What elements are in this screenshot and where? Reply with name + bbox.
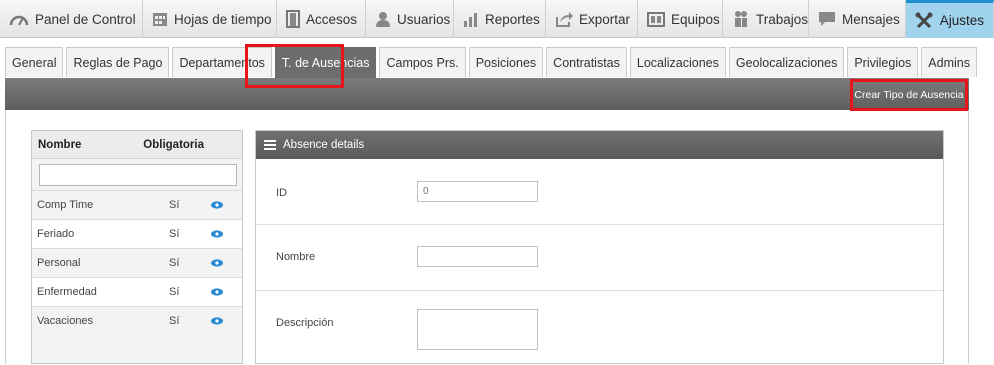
bar-chart-icon bbox=[463, 10, 479, 28]
name-label: Nombre bbox=[276, 251, 316, 263]
settings-tabs: General Reglas de Pago Departamentos T. … bbox=[5, 46, 980, 78]
tab-privilegios[interactable]: Privilegios bbox=[847, 47, 919, 77]
nav-label: Hojas de tiempo bbox=[174, 11, 272, 27]
eye-icon[interactable] bbox=[211, 259, 223, 267]
nav-item-usuarios[interactable]: Usuarios bbox=[366, 0, 454, 38]
tab-geolocalizaciones[interactable]: Geolocalizaciones bbox=[728, 47, 845, 77]
absence-name: Personal bbox=[37, 257, 81, 269]
id-label: ID bbox=[276, 187, 287, 199]
list-rows: Comp Time Sí Feriado Sí Personal Sí Enfe… bbox=[32, 190, 242, 335]
tab-reglas-de-pago[interactable]: Reglas de Pago bbox=[66, 47, 170, 77]
nav-item-panel-de-control[interactable]: Panel de Control bbox=[0, 0, 143, 38]
nav-item-accesos[interactable]: Accesos bbox=[277, 0, 366, 38]
nav-item-ajustes[interactable]: Ajustes bbox=[906, 0, 994, 38]
section-toolbar bbox=[5, 78, 969, 110]
absence-type-list: Nombre Obligatoria Comp Time Sí Feriado … bbox=[31, 130, 243, 364]
nav-label: Reportes bbox=[485, 11, 540, 27]
workers-icon bbox=[732, 10, 750, 28]
export-icon bbox=[555, 10, 573, 28]
name-input[interactable] bbox=[417, 246, 538, 267]
field-description: Descripción bbox=[256, 291, 943, 365]
nav-label: Usuarios bbox=[397, 11, 451, 27]
list-item[interactable]: Feriado Sí bbox=[32, 219, 242, 248]
tab-admins[interactable]: Admins bbox=[921, 47, 977, 77]
absence-required: Sí bbox=[169, 199, 180, 211]
column-header-required[interactable]: Obligatoria bbox=[143, 131, 204, 158]
user-icon bbox=[375, 10, 391, 28]
tab-contratistas[interactable]: Contratistas bbox=[546, 47, 627, 77]
equipment-icon bbox=[647, 10, 665, 28]
tab-localizaciones[interactable]: Localizaciones bbox=[629, 47, 726, 77]
absence-required: Sí bbox=[169, 228, 180, 240]
absence-name: Vacaciones bbox=[37, 315, 94, 327]
nav-item-mensajes[interactable]: Mensajes bbox=[809, 0, 906, 38]
details-title: Absence details bbox=[283, 139, 365, 151]
details-header: Absence details bbox=[256, 131, 943, 159]
tab-posiciones[interactable]: Posiciones bbox=[468, 47, 544, 77]
field-id: ID bbox=[256, 159, 943, 225]
eye-icon[interactable] bbox=[211, 288, 223, 296]
absence-name: Enfermedad bbox=[37, 286, 97, 298]
description-textarea[interactable] bbox=[417, 309, 538, 350]
main-navbar: Panel de Control Hojas de tiempo Accesos… bbox=[0, 0, 994, 38]
field-name: Nombre bbox=[256, 225, 943, 291]
nav-label: Accesos bbox=[306, 11, 358, 27]
description-label: Descripción bbox=[276, 317, 334, 329]
tab-campos-prs[interactable]: Campos Prs. bbox=[379, 47, 466, 77]
list-item[interactable]: Enfermedad Sí bbox=[32, 277, 242, 306]
nav-item-exportar[interactable]: Exportar bbox=[546, 0, 638, 38]
nav-label: Panel de Control bbox=[35, 11, 136, 27]
tab-departamentos[interactable]: Departamentos bbox=[172, 47, 272, 77]
list-filter-input[interactable] bbox=[39, 164, 237, 186]
create-absence-type-button[interactable]: Crear Tipo de Ausencia bbox=[853, 82, 965, 108]
tab-general[interactable]: General bbox=[5, 47, 64, 77]
tab-tipos-de-ausencias[interactable]: T. de Ausencias bbox=[274, 47, 377, 78]
nav-item-equipos[interactable]: Equipos bbox=[638, 0, 723, 38]
nav-item-reportes[interactable]: Reportes bbox=[454, 0, 546, 38]
list-item[interactable]: Vacaciones Sí bbox=[32, 306, 242, 335]
column-header-name[interactable]: Nombre bbox=[38, 131, 81, 158]
absence-required: Sí bbox=[169, 315, 180, 327]
absence-details-panel: Absence details ID Nombre Descripción bbox=[255, 130, 944, 364]
tools-icon bbox=[915, 12, 934, 30]
absence-required: Sí bbox=[169, 257, 180, 269]
door-icon bbox=[286, 10, 300, 28]
nav-label: Mensajes bbox=[842, 11, 900, 27]
nav-item-trabajos[interactable]: Trabajos bbox=[723, 0, 809, 38]
eye-icon[interactable] bbox=[211, 201, 223, 209]
list-item[interactable]: Personal Sí bbox=[32, 248, 242, 277]
absence-name: Feriado bbox=[37, 228, 75, 240]
chat-icon bbox=[818, 10, 836, 28]
absence-required: Sí bbox=[169, 286, 180, 298]
menu-icon bbox=[264, 140, 276, 150]
nav-label: Trabajos bbox=[756, 11, 809, 27]
nav-item-hojas-de-tiempo[interactable]: Hojas de tiempo bbox=[143, 0, 277, 38]
calendar-icon bbox=[152, 10, 168, 28]
list-header: Nombre Obligatoria bbox=[32, 131, 242, 159]
eye-icon[interactable] bbox=[211, 230, 223, 238]
id-input[interactable] bbox=[417, 181, 538, 202]
eye-icon[interactable] bbox=[211, 317, 223, 325]
absence-name: Comp Time bbox=[37, 199, 94, 211]
nav-label: Ajustes bbox=[939, 13, 984, 28]
dashboard-icon bbox=[9, 10, 29, 28]
nav-label: Exportar bbox=[579, 11, 631, 27]
nav-label: Equipos bbox=[671, 11, 720, 27]
list-item[interactable]: Comp Time Sí bbox=[32, 190, 242, 219]
